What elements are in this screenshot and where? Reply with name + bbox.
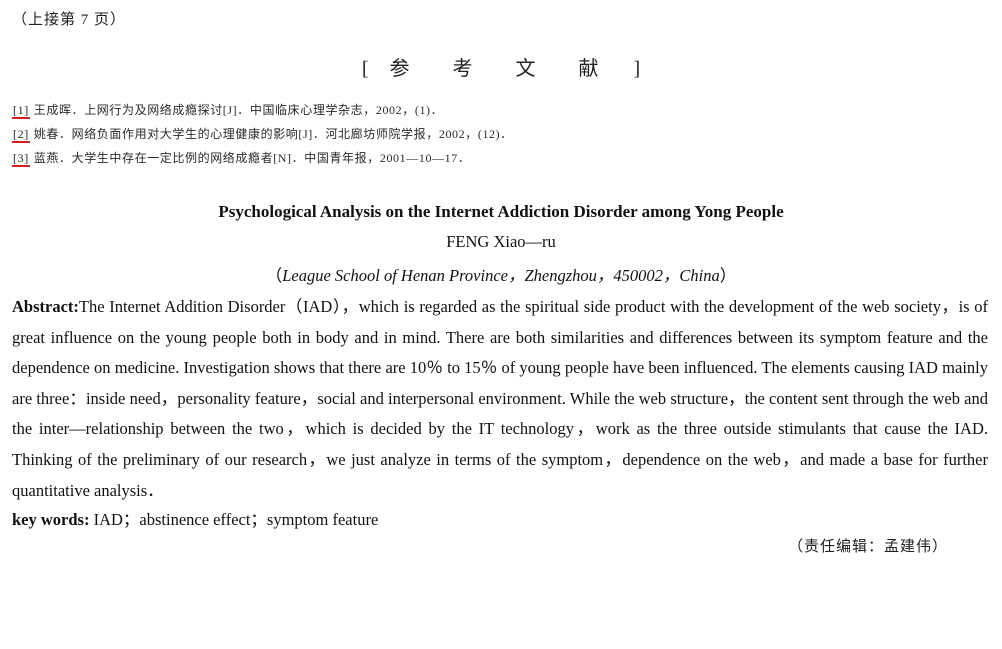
paper-title: Psychological Analysis on the Internet A… [218, 202, 784, 221]
paper-affiliation: （League School of Henan Province，Zhengzh… [0, 262, 1002, 286]
heading-text: 参 考 文 献 [389, 58, 613, 80]
abstract-label: Abstract: [12, 297, 79, 316]
reference-text: 姚春．网络负面作用对大学生的心理健康的影响[J]．河北廊坊师院学报，2002，(… [33, 127, 513, 141]
abstract-text: The Internet Addition Disorder（IAD），whic… [12, 297, 988, 500]
affiliation-text: League School of Henan Province，Zhengzho… [282, 266, 720, 285]
keywords-text: IAD；abstinence effect；symptom feature [93, 510, 379, 529]
reference-number: [2] [12, 127, 30, 143]
reference-item: [2] 姚春．网络负面作用对大学生的心理健康的影响[J]．河北廊坊师院学报，200… [12, 122, 972, 146]
reference-number: [3] [12, 151, 30, 167]
journal-page: （上接第 7 页） [ 参 考 文 献 ] [1] 王成晖．上网行为及网络成瘾探讨… [0, 0, 1002, 649]
affiliation-open-paren: （ [265, 266, 283, 285]
responsible-editor-note: （责任编辑：孟建伟） [787, 539, 948, 555]
reference-item: [3] 蓝燕．大学生中存在一定比例的网络成瘾者[N]．中国青年报，2001—10—… [12, 146, 972, 170]
heading-open-bracket: [ [361, 58, 369, 80]
abstract-paragraph: Abstract:The Internet Addition Disorder（… [12, 292, 988, 506]
reference-text: 王成晖．上网行为及网络成瘾探讨[J]．中国临床心理学杂志，2002，(1)． [33, 103, 444, 117]
reference-number: [1] [12, 103, 30, 119]
reference-list: [1] 王成晖．上网行为及网络成瘾探讨[J]．中国临床心理学杂志，2002，(1)… [12, 98, 972, 170]
reference-text: 蓝燕．大学生中存在一定比例的网络成瘾者[N]．中国青年报，2001—10—17． [33, 151, 471, 165]
paper-author: FENG Xiao—ru [446, 232, 556, 251]
affiliation-close-paren: ） [719, 266, 737, 285]
continued-from-note: （上接第 7 页） [12, 12, 127, 28]
heading-close-bracket: ] [633, 58, 641, 80]
reference-item: [1] 王成晖．上网行为及网络成瘾探讨[J]．中国临床心理学杂志，2002，(1)… [12, 98, 972, 122]
keywords-line: key words: IAD；abstinence effect；symptom… [12, 506, 378, 530]
keywords-label: key words: [12, 510, 90, 529]
references-heading: [ 参 考 文 献 ] [0, 52, 1002, 81]
